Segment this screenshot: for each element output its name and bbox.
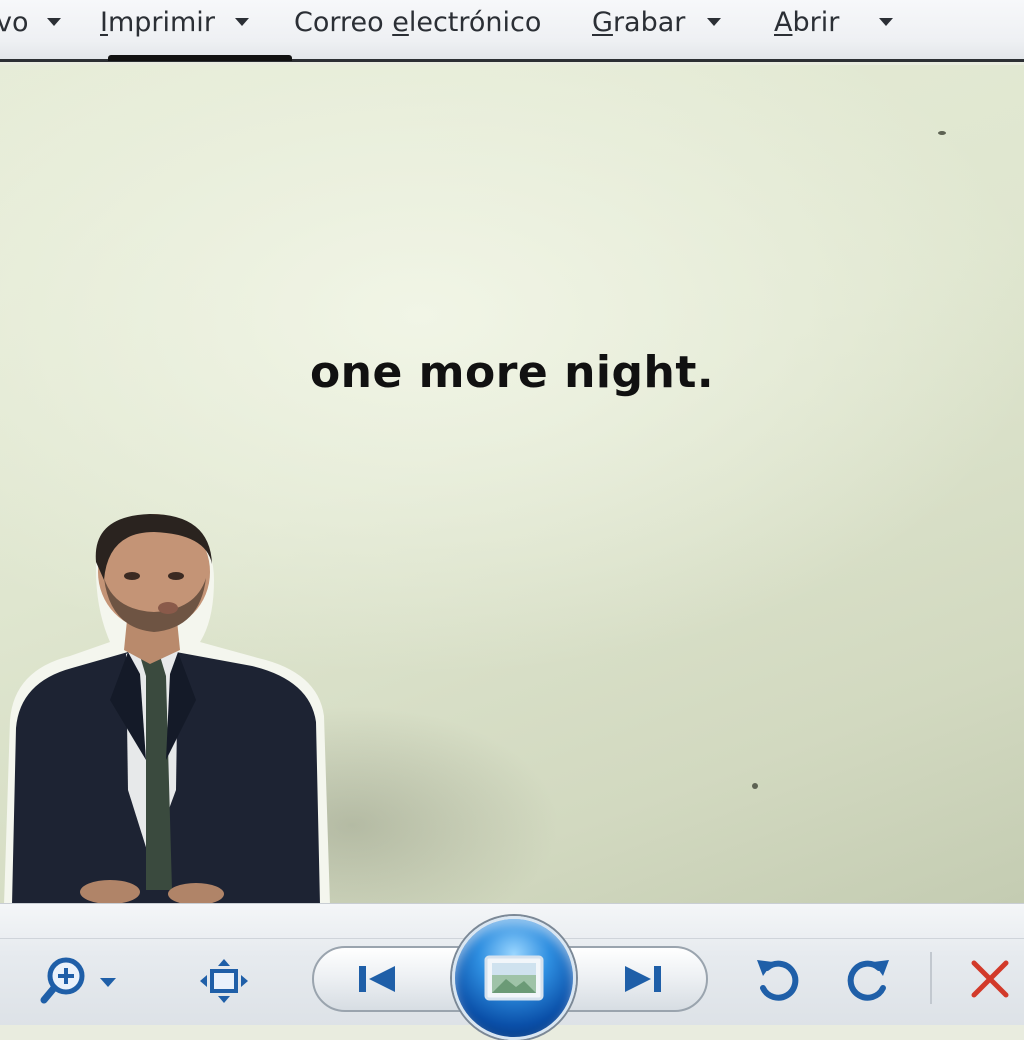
photo-viewer[interactable]: one more night. xyxy=(0,65,1024,903)
rotate-right-button[interactable] xyxy=(842,952,896,1006)
magnifier-plus-icon xyxy=(40,957,116,1004)
photo-caption: one more night. xyxy=(309,347,715,398)
actual-size-icon xyxy=(200,959,248,1003)
next-button[interactable] xyxy=(558,946,708,1012)
rotate-left-button[interactable] xyxy=(750,952,804,1006)
menu-bar: vo Imprimir Correo electrónico Grabar Ab… xyxy=(0,0,1024,62)
rotate-right-icon xyxy=(847,960,889,1001)
toolbar-separator xyxy=(930,952,932,1004)
previous-button[interactable] xyxy=(312,946,462,1012)
person-figure xyxy=(4,514,330,903)
menu-correo-electronico[interactable]: Correo electrónico xyxy=(294,0,541,44)
menu-abrir-label: Abrir xyxy=(774,6,840,38)
menu-active-indicator xyxy=(108,55,292,61)
menu-abrir[interactable]: Abrir xyxy=(774,0,894,44)
slideshow-button[interactable] xyxy=(452,916,576,1040)
menu-grabar[interactable]: Grabar xyxy=(592,0,722,44)
chevron-down-icon[interactable] xyxy=(707,18,722,26)
chevron-down-icon[interactable] xyxy=(879,18,894,26)
menu-imprimir-label: Imprimir xyxy=(100,6,215,38)
menu-archivo[interactable]: vo xyxy=(0,0,61,44)
photo-speck xyxy=(752,783,758,789)
previous-icon xyxy=(359,966,395,992)
photo-speck xyxy=(938,131,946,135)
chevron-down-icon[interactable] xyxy=(234,18,249,26)
zoom-button[interactable] xyxy=(36,954,124,1008)
menu-grabar-label: Grabar xyxy=(592,6,686,38)
menu-imprimir[interactable]: Imprimir xyxy=(100,0,249,44)
rotate-left-icon xyxy=(757,960,799,1001)
delete-x-icon xyxy=(971,960,1009,998)
slideshow-icon xyxy=(484,955,544,1001)
menu-correo-label: Correo electrónico xyxy=(294,6,542,38)
menu-archivo-label: vo xyxy=(0,6,29,38)
next-icon xyxy=(625,966,661,992)
actual-size-button[interactable] xyxy=(196,956,252,1006)
chevron-down-icon[interactable] xyxy=(46,18,61,26)
delete-button[interactable] xyxy=(962,952,1018,1006)
